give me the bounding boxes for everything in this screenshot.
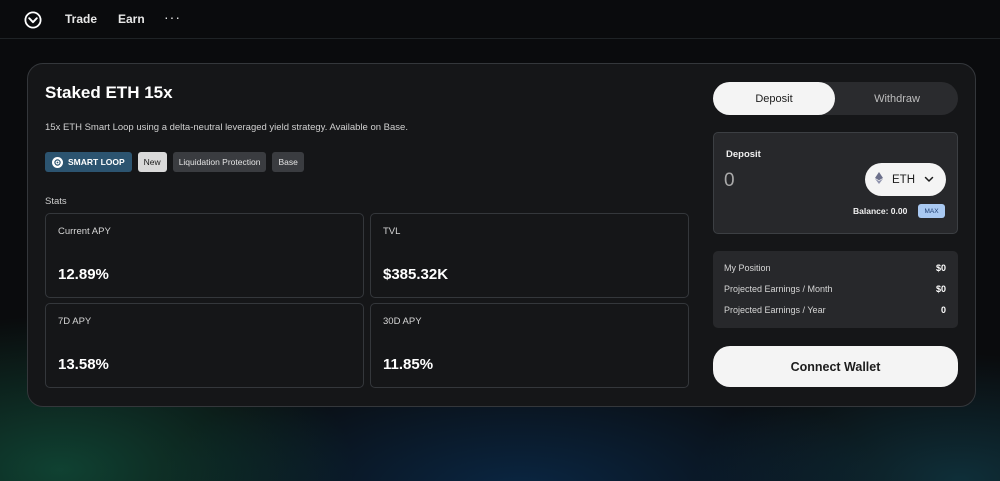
stat-label: TVL [383, 226, 401, 237]
position-summary: My Position $0 Projected Earnings / Mont… [713, 251, 958, 328]
nav-earn[interactable]: Earn [118, 12, 145, 26]
stat-label: 7D APY [58, 316, 92, 327]
more-menu-icon[interactable]: ··· [164, 9, 181, 25]
vault-card: Staked ETH 15x 15x ETH Smart Loop using … [27, 63, 976, 407]
balance-text: Balance: 0.00 [853, 206, 908, 216]
stat-tvl: TVL $385.32K [370, 213, 689, 298]
liquidation-protection-tag: Liquidation Protection [172, 152, 267, 172]
stat-value: 13.58% [58, 356, 109, 373]
stat-label: Current APY [58, 226, 111, 237]
stat-label: 30D APY [383, 316, 422, 327]
smart-loop-icon [52, 156, 63, 168]
max-button[interactable]: MAX [918, 204, 945, 218]
position-row: Projected Earnings / Month $0 [724, 284, 946, 294]
position-row: My Position $0 [724, 263, 946, 273]
deposit-amount-input[interactable] [724, 167, 844, 195]
position-row: Projected Earnings / Year 0 [724, 305, 946, 315]
eth-icon [875, 172, 883, 187]
deposit-withdraw-tabs: Deposit Withdraw [713, 82, 958, 115]
top-nav: Trade Earn ··· [0, 0, 1000, 39]
connect-wallet-button[interactable]: Connect Wallet [713, 346, 958, 387]
smart-loop-tag: SMART LOOP [45, 152, 132, 172]
deposit-label: Deposit [726, 149, 761, 160]
stat-current-apy: Current APY 12.89% [45, 213, 364, 298]
position-row-value: $0 [935, 284, 946, 294]
nav-trade[interactable]: Trade [65, 12, 97, 26]
stat-7d-apy: 7D APY 13.58% [45, 303, 364, 388]
stats-heading: Stats [45, 196, 67, 207]
tab-deposit[interactable]: Deposit [713, 82, 835, 115]
new-tag: New [137, 152, 167, 172]
vault-title: Staked ETH 15x [45, 83, 173, 102]
position-row-value: $0 [935, 263, 946, 273]
position-row-label: Projected Earnings / Year [724, 305, 826, 315]
vault-logo-icon[interactable] [24, 11, 42, 29]
tab-withdraw[interactable]: Withdraw [836, 82, 958, 115]
vault-tags: SMART LOOP New Liquidation Protection Ba… [45, 152, 304, 172]
stat-value: 11.85% [383, 356, 434, 373]
position-row-label: Projected Earnings / Month [724, 284, 833, 294]
stat-value: $385.32K [383, 266, 449, 283]
network-tag: Base [272, 152, 304, 172]
stat-30d-apy: 30D APY 11.85% [370, 303, 689, 388]
position-row-value: 0 [940, 305, 946, 315]
smart-loop-label: SMART LOOP [68, 157, 125, 167]
stat-value: 12.89% [58, 266, 109, 283]
vault-description: 15x ETH Smart Loop using a delta-neutral… [45, 122, 408, 133]
deposit-form: Deposit ETH Balance: 0.00 MAX [713, 132, 958, 234]
chevron-down-icon [924, 174, 934, 186]
token-select[interactable]: ETH [865, 163, 946, 196]
position-row-label: My Position [724, 263, 771, 273]
token-symbol: ETH [892, 173, 915, 186]
